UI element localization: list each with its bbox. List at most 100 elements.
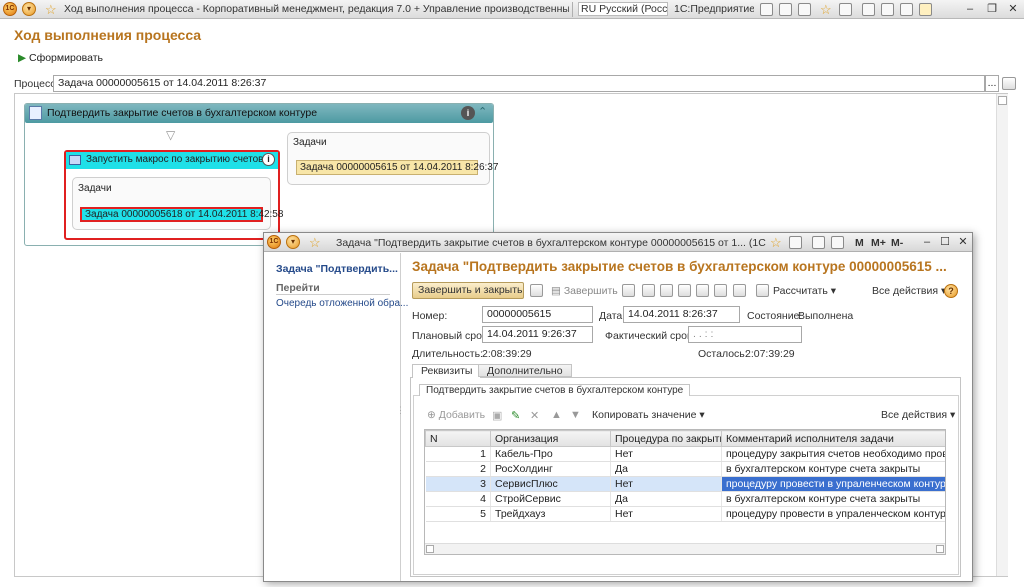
- add-favorite-icon[interactable]: ☆: [820, 3, 832, 16]
- info-icon[interactable]: i: [262, 153, 275, 166]
- dialog-menu-icon[interactable]: ▾: [286, 235, 300, 249]
- collapse-icon[interactable]: ⌃: [478, 105, 487, 118]
- comment-cell[interactable]: процедуру закрытия счетов необходимо про…: [721, 446, 945, 462]
- organization-cell[interactable]: Кабель-Про: [490, 446, 611, 462]
- calculator-icon[interactable]: [881, 3, 894, 16]
- procedure-cell[interactable]: Да: [610, 461, 722, 477]
- minimize-icon[interactable]: –: [920, 236, 934, 249]
- app-logo-icon[interactable]: 1С: [3, 2, 17, 16]
- language-indicator[interactable]: RU Русский (Россия): [578, 2, 668, 16]
- tasks-group-label: Задачи: [293, 137, 327, 148]
- main-menu-icon[interactable]: ▾: [22, 2, 36, 16]
- procedure-cell[interactable]: Нет: [610, 506, 722, 522]
- favorites-star-icon[interactable]: ☆: [45, 3, 57, 16]
- memory-plus-button[interactable]: M+: [871, 237, 886, 249]
- complete-button[interactable]: ▤ Завершить: [551, 285, 618, 297]
- calculate-button[interactable]: Рассчитать ▾: [773, 285, 836, 297]
- fact-deadline-field[interactable]: . . : :: [688, 326, 802, 343]
- complete-close-button[interactable]: Завершить и закрыть: [412, 282, 524, 299]
- comment-cell[interactable]: в бухгалтерском контуре счета закрыты: [721, 491, 945, 507]
- sidebar-link-queue[interactable]: Очередь отложенной обра...: [276, 298, 408, 309]
- maximize-icon[interactable]: ❐: [985, 3, 999, 16]
- move-up-icon[interactable]: ▲: [551, 409, 562, 421]
- organization-cell[interactable]: РосХолдинг: [490, 461, 611, 477]
- move-down-icon[interactable]: ▼: [570, 409, 581, 421]
- vertical-scrollbar[interactable]: [996, 94, 1008, 576]
- tab-requisites[interactable]: Реквизиты: [412, 364, 482, 378]
- close-icon[interactable]: ✕: [956, 236, 970, 249]
- close-icon[interactable]: ✕: [1006, 3, 1020, 16]
- memory-button[interactable]: M: [855, 237, 864, 249]
- process-select-button[interactable]: ...: [985, 75, 999, 92]
- edit-pencil-icon[interactable]: ✎: [511, 409, 520, 422]
- splitter-handle[interactable]: ⋮: [396, 405, 405, 416]
- help-icon[interactable]: ?: [944, 284, 958, 298]
- table-all-actions-button[interactable]: Все действия ▾: [881, 409, 955, 421]
- memory-minus-button[interactable]: M-: [891, 237, 903, 249]
- save-icon[interactable]: [760, 3, 773, 16]
- add-favorite-icon[interactable]: ☆: [770, 236, 782, 249]
- copy-value-button[interactable]: Копировать значение ▾: [592, 409, 705, 421]
- table-row-selected[interactable]: 3 СервисПлюс Нет процедуру провести в уп…: [425, 476, 945, 492]
- table-row[interactable]: 2 РосХолдинг Да в бухгалтерском контуре …: [425, 461, 945, 477]
- column-header-comment[interactable]: Комментарий исполнителя задачи: [721, 430, 945, 447]
- add-row-button[interactable]: ⊕ Добавить: [427, 409, 485, 421]
- column-header-procedure[interactable]: Процедура по закрыти...: [610, 430, 722, 447]
- generate-button[interactable]: ▶ Сформировать: [18, 52, 103, 64]
- sidebar-title[interactable]: Задача "Подтвердить...: [276, 263, 398, 275]
- info-icon[interactable]: i: [461, 106, 475, 120]
- all-actions-button[interactable]: Все действия ▾: [872, 285, 946, 297]
- organization-cell[interactable]: СервисПлюс: [490, 476, 611, 492]
- save-icon[interactable]: [530, 284, 543, 297]
- spellcheck-icon[interactable]: [714, 284, 727, 297]
- table-row[interactable]: 4 СтройСервис Да в бухгалтерском контуре…: [425, 491, 945, 507]
- organization-cell[interactable]: СтройСервис: [490, 491, 611, 507]
- preview-icon[interactable]: [798, 3, 811, 16]
- column-header-n[interactable]: N: [425, 430, 491, 447]
- app-logo-icon[interactable]: 1С: [267, 235, 281, 249]
- subtab-confirm-closing[interactable]: Подтвердить закрытие счетов в бухгалтерс…: [419, 384, 691, 396]
- calendar-icon[interactable]: [812, 236, 825, 249]
- procedure-cell[interactable]: Нет: [610, 476, 722, 492]
- table-icon[interactable]: [900, 3, 913, 16]
- document-icon[interactable]: [622, 284, 635, 297]
- history-icon[interactable]: [839, 3, 852, 16]
- copy-row-icon[interactable]: ▣: [492, 409, 502, 422]
- minimize-icon[interactable]: –: [963, 3, 977, 16]
- info-icon[interactable]: [919, 3, 932, 16]
- comment-cell[interactable]: процедуру провести в упраленческом конту…: [721, 476, 945, 492]
- process-field[interactable]: Задача 00000005615 от 14.04.2011 8:26:37: [53, 75, 985, 92]
- horizontal-scrollbar[interactable]: [425, 543, 945, 554]
- calc-icon[interactable]: [756, 284, 769, 297]
- comment-cell[interactable]: в бухгалтерском контуре счета закрыты: [721, 461, 945, 477]
- maximize-icon[interactable]: ☐: [938, 236, 952, 249]
- link-icon[interactable]: [678, 284, 691, 297]
- comment-cell[interactable]: процедуру провести в упраленческом конту…: [721, 506, 945, 522]
- number-field[interactable]: 00000005615: [482, 306, 593, 323]
- export-icon[interactable]: [696, 284, 709, 297]
- dialog-heading: Задача "Подтвердить закрытие счетов в бу…: [412, 259, 947, 274]
- print-icon[interactable]: [733, 284, 746, 297]
- delete-icon[interactable]: ✕: [530, 409, 539, 422]
- complete-icon: ▤: [551, 285, 561, 297]
- procedure-cell[interactable]: Да: [610, 491, 722, 507]
- refresh-icon[interactable]: [660, 284, 673, 297]
- column-header-organization[interactable]: Организация: [490, 430, 611, 447]
- table-row[interactable]: 5 Трейдхауз Нет процедуру провести в упр…: [425, 506, 945, 522]
- calculator-icon[interactable]: [831, 236, 844, 249]
- copy-icon[interactable]: [642, 284, 655, 297]
- date-field[interactable]: 14.04.2011 8:26:37: [623, 306, 740, 323]
- task-link[interactable]: Задача 00000005615 от 14.04.2011 8:26:37: [296, 160, 498, 175]
- organizations-table[interactable]: N Организация Процедура по закрыти... Ко…: [424, 429, 946, 555]
- print-icon[interactable]: [779, 3, 792, 16]
- task-link[interactable]: Задача 00000005618 от 14.04.2011 8:42:58: [80, 207, 283, 222]
- favorites-star-icon[interactable]: ☆: [309, 236, 321, 249]
- tab-additional[interactable]: Дополнительно: [478, 364, 572, 377]
- search-icon[interactable]: [1002, 77, 1016, 90]
- table-row[interactable]: 1 Кабель-Про Нет процедуру закрытия счет…: [425, 446, 945, 462]
- calendar-icon[interactable]: [862, 3, 875, 16]
- history-icon[interactable]: [789, 236, 802, 249]
- plan-deadline-field[interactable]: 14.04.2011 9:26:37: [482, 326, 593, 343]
- procedure-cell[interactable]: Нет: [610, 446, 722, 462]
- organization-cell[interactable]: Трейдхауз: [490, 506, 611, 522]
